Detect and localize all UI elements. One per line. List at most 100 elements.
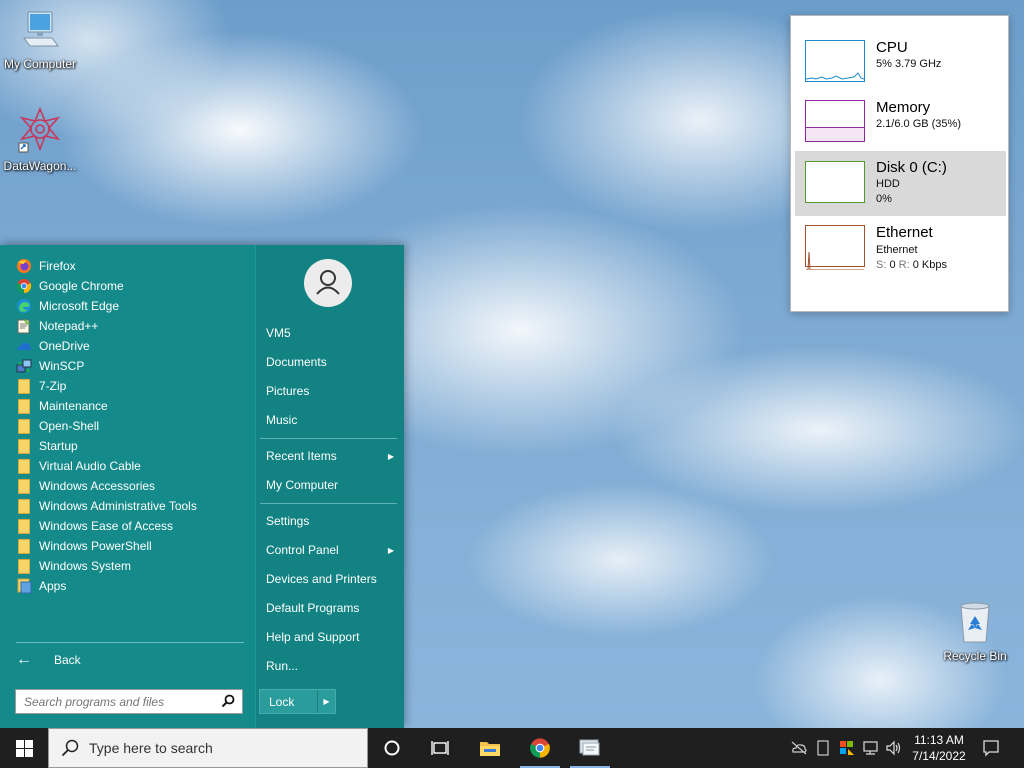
program-label: Apps	[39, 579, 67, 593]
tablet-icon[interactable]	[817, 740, 829, 759]
edge-icon	[16, 298, 32, 314]
winscp-icon	[16, 358, 32, 374]
cortana-circle-icon	[384, 740, 400, 756]
menu-item-label: Default Programs	[266, 601, 360, 615]
menu-item-label: Help and Support	[266, 630, 360, 644]
lock-options-chevron-icon[interactable]: ▶	[317, 690, 335, 713]
start-button[interactable]	[0, 728, 48, 768]
taskbar-search-placeholder: Type here to search	[89, 740, 213, 756]
memory-graph	[805, 100, 865, 142]
apps-icon	[16, 578, 32, 594]
menu-item-music[interactable]: Music	[266, 409, 398, 431]
file-explorer-icon	[480, 742, 500, 756]
network-offline-icon[interactable]	[790, 740, 808, 759]
back-label: Back	[54, 653, 81, 667]
network-icon[interactable]	[862, 740, 880, 759]
clock-time: 11:13 AM	[914, 733, 964, 747]
start-menu-programs: Firefox Google Chrome Microsoft Edge Not…	[0, 245, 255, 728]
task-view-icon	[431, 741, 449, 755]
program-firefox[interactable]: Firefox	[16, 256, 76, 276]
menu-item-label: VM5	[266, 326, 291, 340]
back-button[interactable]: ← Back	[16, 649, 81, 671]
cortana-button[interactable]	[368, 728, 416, 768]
task-view-button[interactable]	[416, 728, 464, 768]
menu-item-recent-items[interactable]: Recent Items ▶	[266, 445, 398, 467]
menu-item-settings[interactable]: Settings	[266, 510, 398, 532]
folder-icon	[18, 458, 30, 474]
menu-item-my-computer[interactable]: My Computer	[266, 474, 398, 496]
start-search-field[interactable]	[15, 689, 243, 714]
system-clock[interactable]: 11:13 AM 7/14/2022	[905, 732, 973, 764]
menu-item-help-and-support[interactable]: Help and Support	[266, 626, 398, 648]
clock-date: 7/14/2022	[912, 749, 966, 763]
perf-title: Disk 0 (C:)	[876, 159, 947, 176]
performance-widget: CPU 5% 3.79 GHz Memory 2.1/6.0 GB (35%) …	[790, 15, 1009, 312]
program-winscp[interactable]: WinSCP	[16, 356, 84, 376]
menu-item-user[interactable]: VM5	[266, 322, 398, 344]
perf-value: 2.1/6.0 GB (35%)	[876, 118, 961, 130]
folder-icon	[18, 418, 30, 434]
lock-button[interactable]: Lock ▶	[259, 689, 336, 714]
program-label: Microsoft Edge	[39, 299, 120, 313]
menu-item-label: Control Panel	[266, 543, 339, 557]
program-label: Open-Shell	[39, 419, 100, 433]
taskbar-app-window[interactable]	[566, 728, 614, 768]
program-label: 7-Zip	[39, 379, 67, 393]
volume-icon[interactable]	[885, 740, 903, 759]
desktop-icon-my-computer[interactable]: My Computer	[0, 8, 80, 71]
program-label: Windows Ease of Access	[39, 519, 174, 533]
program-notepad-plus-plus[interactable]: Notepad++	[16, 316, 98, 336]
program-folder-maintenance[interactable]: Maintenance	[16, 396, 108, 416]
perf-item-disk[interactable]: Disk 0 (C:) HDD 0%	[795, 151, 1006, 216]
taskbar-search-box[interactable]: Type here to search	[48, 728, 368, 768]
program-folder-7zip[interactable]: 7-Zip	[16, 376, 66, 396]
menu-item-label: Pictures	[266, 384, 310, 398]
desktop-icon-label: DataWagon...	[3, 159, 77, 173]
program-google-chrome[interactable]: Google Chrome	[16, 276, 124, 296]
chrome-icon	[530, 738, 550, 758]
program-folder-virtual-audio-cable[interactable]: Virtual Audio Cable	[16, 456, 141, 476]
program-label: Windows Administrative Tools	[39, 499, 197, 513]
program-onedrive[interactable]: OneDrive	[16, 336, 90, 356]
folder-icon	[18, 538, 30, 554]
folder-icon	[18, 498, 30, 514]
program-apps[interactable]: Apps	[16, 576, 66, 596]
perf-value: HDD	[876, 178, 900, 190]
menu-item-label: Recent Items	[266, 449, 337, 463]
ethernet-graph	[805, 225, 865, 271]
menu-item-pictures[interactable]: Pictures	[266, 380, 398, 402]
taskbar-file-explorer[interactable]	[466, 728, 514, 768]
notification-center-icon[interactable]	[982, 739, 1000, 760]
taskbar-google-chrome[interactable]	[516, 728, 564, 768]
desktop-icon-label: My Computer	[3, 57, 77, 71]
start-search-input[interactable]	[24, 694, 214, 709]
computer-icon	[23, 11, 59, 47]
user-avatar[interactable]	[304, 259, 352, 307]
security-alert-icon[interactable]	[839, 740, 855, 759]
start-menu: Firefox Google Chrome Microsoft Edge Not…	[0, 245, 404, 728]
program-label: Windows System	[39, 559, 132, 573]
folder-icon	[18, 438, 30, 454]
perf-item-ethernet[interactable]: Ethernet Ethernet S: 0 R: 0 Kbps	[795, 221, 1006, 286]
program-folder-windows-powershell[interactable]: Windows PowerShell	[16, 536, 152, 556]
program-folder-open-shell[interactable]: Open-Shell	[16, 416, 99, 436]
program-folder-windows-system[interactable]: Windows System	[16, 556, 131, 576]
user-icon	[316, 270, 340, 295]
menu-item-run[interactable]: Run...	[266, 655, 398, 677]
program-microsoft-edge[interactable]: Microsoft Edge	[16, 296, 119, 316]
menu-item-documents[interactable]: Documents	[266, 351, 398, 373]
menu-item-control-panel[interactable]: Control Panel ▶	[266, 539, 398, 561]
desktop-icon-recycle-bin[interactable]: Recycle Bin	[935, 600, 1015, 663]
program-folder-windows-administrative-tools[interactable]: Windows Administrative Tools	[16, 496, 197, 516]
perf-title: Memory	[876, 99, 931, 116]
desktop-icon-datawagon[interactable]: DataWagon...	[0, 106, 80, 173]
menu-item-devices-and-printers[interactable]: Devices and Printers	[266, 568, 398, 590]
perf-item-cpu[interactable]: CPU 5% 3.79 GHz	[795, 36, 1006, 101]
folder-icon	[18, 398, 30, 414]
program-folder-windows-ease-of-access[interactable]: Windows Ease of Access	[16, 516, 173, 536]
program-folder-startup[interactable]: Startup	[16, 436, 78, 456]
program-folder-windows-accessories[interactable]: Windows Accessories	[16, 476, 155, 496]
menu-item-default-programs[interactable]: Default Programs	[266, 597, 398, 619]
perf-value: Ethernet	[876, 244, 918, 256]
disk-graph	[805, 161, 865, 203]
